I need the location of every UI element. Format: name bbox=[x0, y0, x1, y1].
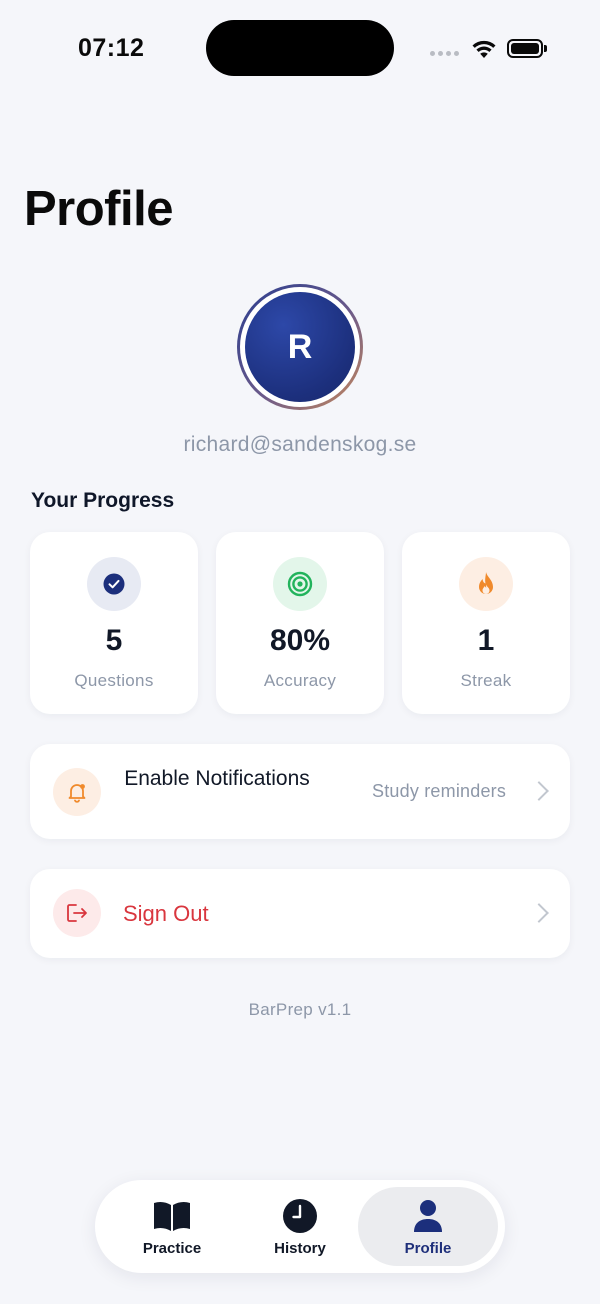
stat-value: 1 bbox=[477, 624, 495, 657]
bell-icon bbox=[53, 768, 101, 816]
sign-out-row[interactable]: Sign Out bbox=[30, 869, 570, 958]
stat-value: 80% bbox=[269, 624, 331, 657]
stat-card-streak: 1 Streak bbox=[402, 532, 570, 714]
stat-card-questions: 5 Questions bbox=[30, 532, 198, 714]
notifications-subtitle: Study reminders bbox=[372, 781, 507, 801]
clock-icon bbox=[280, 1198, 320, 1234]
enable-notifications-row[interactable]: Enable Notifications Study reminders bbox=[30, 744, 570, 839]
battery-icon bbox=[507, 39, 543, 58]
chevron-right-icon bbox=[529, 781, 549, 801]
tab-history[interactable]: History bbox=[230, 1187, 370, 1266]
status-time: 07:12 bbox=[78, 34, 145, 62]
tab-label: Practice bbox=[142, 1240, 202, 1257]
tab-label: History bbox=[274, 1240, 326, 1257]
target-icon bbox=[273, 557, 327, 611]
stat-value: 5 bbox=[105, 624, 123, 657]
flame-icon bbox=[459, 557, 513, 611]
tab-profile[interactable]: Profile bbox=[358, 1187, 498, 1266]
user-email: richard@sandenskog.se bbox=[183, 433, 417, 456]
sign-out-icon bbox=[53, 889, 101, 937]
battery-cap bbox=[544, 45, 547, 52]
dynamic-island bbox=[206, 20, 394, 76]
app-version: BarPrep v1.1 bbox=[248, 1000, 352, 1019]
cellular-signal-icon bbox=[430, 51, 459, 56]
profile-screen: 07:12 Profile R richard@sandenskog.se Yo… bbox=[0, 0, 600, 1304]
tab-practice[interactable]: Practice bbox=[102, 1187, 242, 1266]
stat-card-accuracy: 80% Accuracy bbox=[216, 532, 384, 714]
stat-label: Streak bbox=[460, 671, 512, 690]
tab-bar: Practice History Profile bbox=[95, 1180, 505, 1273]
person-icon bbox=[408, 1198, 448, 1234]
stat-label: Questions bbox=[74, 671, 154, 690]
tab-label: Profile bbox=[404, 1240, 452, 1257]
avatar-initial: R bbox=[245, 292, 355, 402]
sign-out-label: Sign Out bbox=[123, 901, 209, 926]
check-icon bbox=[87, 557, 141, 611]
progress-section-title: Your Progress bbox=[31, 489, 175, 512]
notifications-title: Enable Notifications bbox=[124, 767, 310, 790]
wifi-icon bbox=[472, 40, 496, 58]
avatar[interactable]: R bbox=[237, 284, 363, 410]
chevron-right-icon bbox=[529, 903, 549, 923]
page-title: Profile bbox=[24, 182, 173, 236]
book-icon bbox=[152, 1198, 192, 1234]
stat-label: Accuracy bbox=[263, 671, 337, 690]
